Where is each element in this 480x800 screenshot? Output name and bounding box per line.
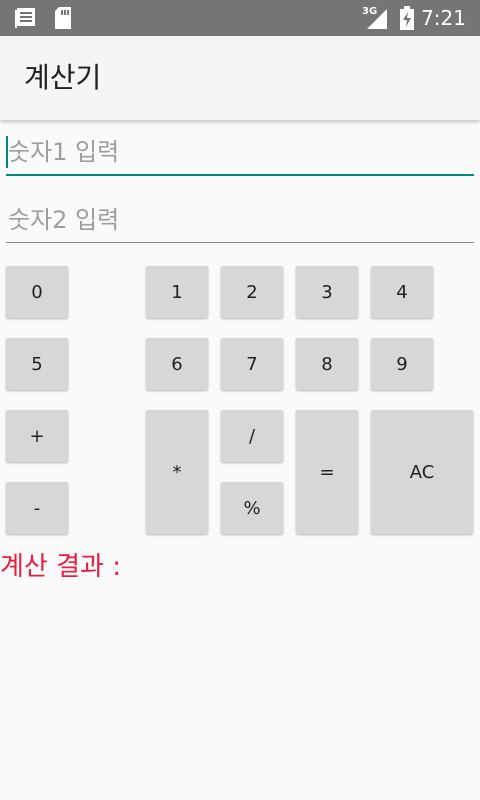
- notification-list-icon: [15, 8, 35, 28]
- result-label: 계산 결과 :: [0, 552, 121, 582]
- sd-card-icon: [55, 7, 71, 29]
- equals-button[interactable]: =: [296, 410, 358, 534]
- button-7[interactable]: 7: [221, 338, 283, 390]
- plus-button[interactable]: +: [6, 410, 68, 462]
- clock: 7:21: [421, 6, 466, 30]
- button-5[interactable]: 5: [6, 338, 68, 390]
- clear-button[interactable]: AC: [371, 410, 473, 534]
- button-2[interactable]: 2: [221, 266, 283, 318]
- button-6[interactable]: 6: [146, 338, 208, 390]
- button-8[interactable]: 8: [296, 338, 358, 390]
- button-9[interactable]: 9: [371, 338, 433, 390]
- button-4[interactable]: 4: [371, 266, 433, 318]
- number2-placeholder: 숫자2 입력: [8, 206, 120, 234]
- button-3[interactable]: 3: [296, 266, 358, 318]
- modulo-button[interactable]: %: [221, 482, 283, 534]
- app-title: 계산기: [24, 61, 102, 94]
- number2-underline: [6, 242, 474, 243]
- divide-button[interactable]: /: [221, 410, 283, 462]
- signal-icon: [367, 9, 387, 29]
- battery-charging-icon: [400, 6, 414, 30]
- number1-placeholder: 숫자1 입력: [8, 138, 120, 166]
- app-bar: 계산기: [0, 36, 480, 120]
- number2-input[interactable]: 숫자2 입력: [6, 204, 474, 246]
- button-1[interactable]: 1: [146, 266, 208, 318]
- multiply-button[interactable]: *: [146, 410, 208, 534]
- number1-underline: [6, 174, 474, 176]
- status-bar: 3G 7:21: [0, 0, 480, 36]
- button-0[interactable]: 0: [6, 266, 68, 318]
- minus-button[interactable]: -: [6, 482, 68, 534]
- number1-input[interactable]: 숫자1 입력: [6, 136, 474, 178]
